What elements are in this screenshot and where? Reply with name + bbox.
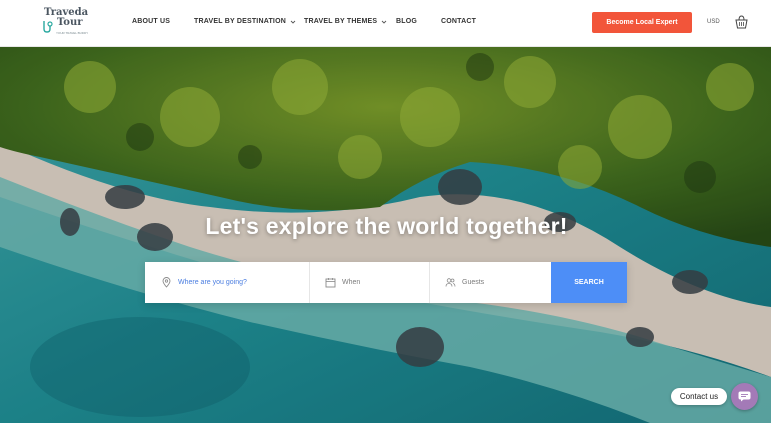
date-input[interactable]: When	[310, 262, 430, 303]
nav-destination-label: TRAVEL BY DESTINATION	[194, 18, 286, 25]
nav-travel-by-destination[interactable]: TRAVEL BY DESTINATION	[194, 18, 296, 25]
nav-blog-label: BLOG	[396, 18, 418, 25]
map-pin-icon	[162, 277, 171, 288]
guests-input[interactable]: Guests	[430, 262, 551, 303]
become-local-expert-button[interactable]: Become Local Expert	[592, 12, 692, 33]
chat-button[interactable]	[731, 383, 758, 410]
chat-icon	[738, 391, 751, 402]
logo-text-line2: Tour	[57, 17, 83, 28]
nav-blog[interactable]: BLOG	[396, 18, 417, 25]
logo-tagline: YOUR TRAVEL BUDDY	[56, 31, 89, 35]
search-button[interactable]: SEARCH	[551, 262, 627, 303]
nav-contact[interactable]: CONTACT	[441, 18, 476, 25]
users-icon	[445, 278, 456, 287]
site-header: Traveda Tour YOUR TRAVEL BUDDY ABOUT US …	[0, 0, 771, 47]
basket-icon[interactable]	[735, 15, 748, 29]
destination-placeholder: Where are you going?	[178, 279, 247, 286]
site-logo[interactable]: Traveda Tour YOUR TRAVEL BUDDY	[42, 8, 94, 38]
search-bar: Where are you going? When Guests SEARCH	[145, 262, 627, 303]
hero-section: Let's explore the world together! Where …	[0, 47, 771, 423]
guests-placeholder: Guests	[462, 279, 485, 286]
chevron-down-icon	[381, 20, 387, 24]
nav-about-label: ABOUT US	[132, 18, 171, 25]
date-placeholder: When	[342, 279, 361, 286]
hero-title: Let's explore the world together!	[205, 213, 568, 239]
currency-selector[interactable]: USD	[707, 19, 720, 25]
chevron-down-icon	[290, 20, 296, 24]
nav-travel-by-themes[interactable]: TRAVEL BY THEMES	[304, 18, 387, 25]
contact-us-label[interactable]: Contact us	[671, 388, 727, 405]
nav-contact-label: CONTACT	[441, 18, 477, 25]
destination-input[interactable]: Where are you going?	[145, 262, 310, 303]
calendar-icon	[325, 278, 336, 288]
nav-about[interactable]: ABOUT US	[132, 18, 170, 25]
nav-themes-label: TRAVEL BY THEMES	[304, 18, 378, 25]
